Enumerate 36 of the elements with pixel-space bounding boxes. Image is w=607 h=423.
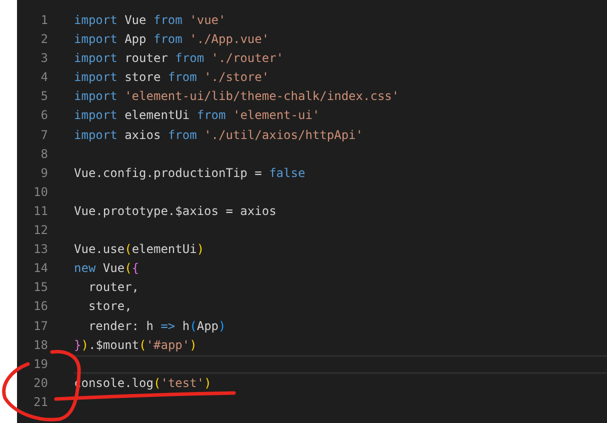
code-line: import 'element-ui/lib/theme-chalk/index.css' — [74, 88, 400, 106]
line-number: 16 — [32, 298, 48, 316]
code-line: new Vue({ — [74, 260, 140, 278]
line-number: 4 — [40, 69, 48, 86]
code-line: render: h => h(App) — [87, 318, 226, 334]
code-line: import App from './App.vue' — [74, 31, 270, 48]
line-number: 20 — [32, 374, 48, 392]
line-number: 5 — [40, 88, 48, 106]
line-number: 21 — [32, 394, 48, 411]
code-line: Vue.use(elementUi) — [74, 241, 204, 258]
line-number: 1 — [40, 12, 48, 29]
code-line: }).$mount('#app') — [74, 336, 197, 354]
line-number: 2 — [40, 31, 48, 48]
line-number: 19 — [32, 356, 48, 373]
line-number: 11 — [32, 202, 48, 220]
line-number: 12 — [32, 222, 48, 240]
line-number: 9 — [40, 164, 48, 182]
line-number: 7 — [40, 126, 48, 144]
line-number: 18 — [32, 336, 48, 354]
code-line: import axios from './util/axios/httpApi' — [74, 126, 364, 144]
code-line: router, — [87, 279, 140, 296]
line-number: 14 — [32, 260, 48, 278]
code-line: import elementUi from 'element-ui' — [74, 107, 320, 124]
code-line: import router from './router' — [74, 50, 284, 68]
code-line: Vue.prototype.$axios = axios — [74, 202, 276, 220]
code-line: store, — [87, 298, 132, 316]
line-number: 8 — [40, 146, 48, 163]
line-number: 3 — [40, 50, 48, 68]
line-number: 10 — [32, 184, 48, 201]
code-line: Vue.config.productionTip = false — [74, 164, 306, 182]
line-number: 13 — [32, 241, 48, 258]
code-line: import Vue from 'vue' — [74, 12, 226, 29]
line-number: 15 — [32, 279, 48, 296]
line-number: 6 — [40, 107, 48, 124]
code-line: import store from './store' — [74, 69, 270, 86]
line-number: 17 — [32, 318, 48, 334]
